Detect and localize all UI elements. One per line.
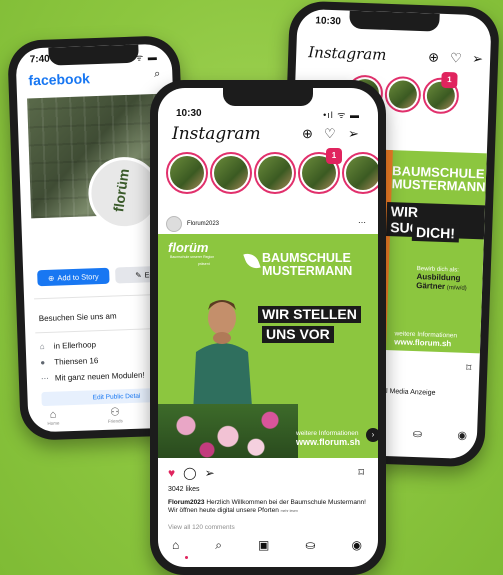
profile-icon[interactable]: ◉ [457,429,467,442]
bottom-nav: ⌂ ⌕ ▣ ⛀ ◉ [172,538,362,553]
instagram-screen-front: 10:30 •ıl ᯤ ▬ Instagram ⊕ ♡ ➢ 1 Florum20… [158,88,378,567]
info-address-text: Thiensen 16 [54,356,99,367]
status-icons: •ıl ᯤ ▬ [323,110,360,120]
share-icon[interactable]: ➢ [205,466,215,480]
like-heart-icon[interactable]: ♥ [168,466,175,480]
search-icon[interactable]: ⌕ [215,538,222,553]
arrow-icon[interactable]: › [366,428,378,442]
notch [48,44,139,66]
info-note: ⋯ Mit ganz neuen Modulen! [41,371,145,384]
brand-present: präsent [198,262,210,266]
ad-more-info: weitere Informationen www.florum.sh [296,430,361,447]
visit-label: Besuchen Sie uns am [38,311,117,324]
story[interactable] [254,152,296,194]
reels-icon[interactable]: ▣ [258,538,269,553]
nav-home[interactable]: ⌂ Home [40,408,67,426]
notification-badge: 1 [326,148,342,164]
pin-icon: ● [40,357,46,368]
notification-badge: 1 [441,71,458,89]
leaf-icon [243,250,261,272]
pencil-icon: ✎ [135,270,142,280]
view-comments-link[interactable]: View all 120 comments [168,524,235,531]
nav-friends[interactable]: ⚇ Friends [102,406,129,424]
caption: Florum2023 Herzlich Willkommen bei der B… [168,499,368,515]
status-time: 10:30 [315,15,342,28]
likes-count[interactable]: 3042 likes [168,486,200,493]
ad-black-2: UNS VOR [262,326,334,343]
info-location: ⌂ in Ellerhoop [40,340,97,351]
read-more-link[interactable]: mehr lesen [281,509,298,513]
brand-sub: Baumschule unserer Region [170,255,215,259]
instagram-logo: Instagram [307,43,387,64]
more-options-icon[interactable]: ⋯ [358,218,366,227]
story[interactable] [210,152,252,194]
search-icon[interactable]: ⌕ [154,68,161,81]
facebook-logo: facebook [28,70,91,89]
flowers [158,404,298,458]
more-icon: ⋯ [40,373,50,384]
post-avatar[interactable] [166,216,182,232]
brand-logo: florüm [168,240,209,255]
notch [349,10,440,32]
home-icon: ⌂ [49,408,57,421]
ad-black-2: DICH! [411,222,460,243]
add-to-story-button[interactable]: ⊕ Add to Story [37,267,110,287]
home-icon[interactable]: ⌂ [172,538,179,553]
heart-icon[interactable]: ♡ [450,50,462,66]
bookmark-icon[interactable]: ⌑ [466,363,472,374]
story[interactable] [342,152,378,194]
add-to-story-label: Add to Story [57,271,99,283]
ad-headline: BAUMSCHULE MUSTERMANN [262,251,353,278]
active-indicator [185,556,188,559]
shop-icon[interactable]: ⛀ [413,427,423,440]
home-icon: ⌂ [39,342,45,352]
profile-icon[interactable]: ◉ [352,538,362,553]
new-post-icon[interactable]: ⊕ [428,49,439,65]
instagram-logo: Instagram [172,124,261,144]
ad-job: Bewirb dich als: Ausbildung Gärtner (m/w/d… [416,266,467,292]
story[interactable] [166,152,208,194]
notch [223,88,313,106]
profile-logo-text: florüm [110,167,133,213]
info-location-text: in Ellerhoop [53,340,97,351]
status-time: 7:40 [29,53,50,66]
heart-icon[interactable]: ♡ [324,126,336,142]
info-note-text: Mit ganz neuen Modulen! [54,370,145,383]
post-header: Florum2023 ⋯ [166,214,370,234]
send-icon[interactable]: ➢ [348,126,359,142]
friends-icon: ⚇ [109,406,121,419]
caption-username[interactable]: Florum2023 [168,499,205,506]
ad-black-1: WIR STELLEN [258,306,361,323]
comment-icon[interactable]: ◯ [183,466,196,480]
post-image[interactable]: florüm Baumschule unserer Region präsent… [158,234,378,458]
send-icon[interactable]: ➢ [472,51,483,67]
ad-more-info: weitere Informationen www.florum.sh [394,330,458,349]
status-time: 10:30 [176,108,202,119]
instagram-phone-front: 10:30 •ıl ᯤ ▬ Instagram ⊕ ♡ ➢ 1 Florum20… [150,80,386,575]
plus-icon: ⊕ [47,273,55,283]
post-actions: ♥ ◯ ➢ [168,466,215,480]
ad-headline: BAUMSCHULE MUSTERMANN [391,163,486,195]
info-address: ● Thiensen 16 [40,356,98,367]
new-post-icon[interactable]: ⊕ [302,126,313,142]
bookmark-icon[interactable]: ⌑ [358,466,364,479]
post-username[interactable]: Florum2023 [187,221,219,227]
shop-icon[interactable]: ⛀ [305,538,315,553]
story[interactable] [384,75,422,114]
